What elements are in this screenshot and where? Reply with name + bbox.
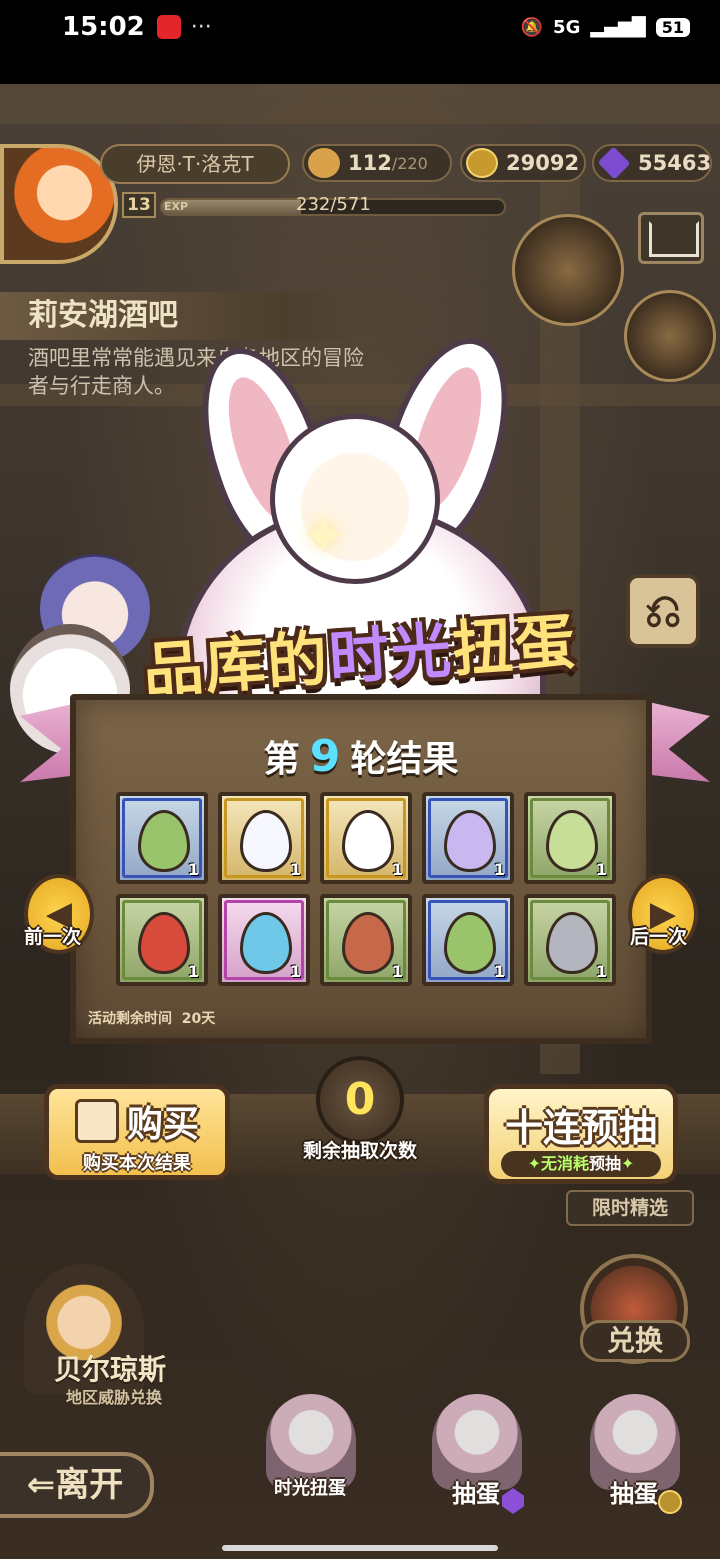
app-notification-icon — [156, 15, 181, 39]
stamina-max: /220 — [391, 153, 428, 173]
item-quantity: 1 — [289, 860, 301, 879]
buy-title: 购买 — [127, 1104, 200, 1145]
tab-gold-draw[interactable]: 抽蛋 — [574, 1394, 694, 1524]
tab-time-gacha-label: 时光扭蛋 — [274, 1478, 346, 1499]
signal-label: 5G — [553, 16, 581, 38]
event-title-part3: 扭蛋 — [450, 606, 579, 686]
buy-subtitle: 购买本次结果 — [83, 1153, 191, 1174]
result-item-red-swirl-egg[interactable]: 1 — [116, 894, 208, 986]
stamina-value: 112 — [348, 151, 392, 175]
ten-pull-sub-b: 预抽 — [589, 1154, 622, 1173]
status-bar: 15:02 ··· 🔕 5G ▂▄▆█ 51 — [0, 0, 720, 84]
stamina-counter[interactable]: 112/220 — [302, 144, 452, 182]
leave-label: 离开 — [55, 1465, 124, 1505]
item-quantity: 1 — [391, 860, 403, 879]
npc-name[interactable]: 贝尔琼斯 — [54, 1348, 166, 1388]
status-right: 🔕 5G ▂▄▆█ 51 — [521, 17, 690, 38]
event-timer: 活动剩余时间 20天 — [88, 1008, 215, 1028]
battery-indicator: 51 — [655, 17, 690, 37]
round-number: 9 — [309, 731, 341, 782]
previous-round-label[interactable]: 前一次 — [24, 922, 81, 949]
result-item-rock-volcano-egg[interactable]: 1 — [320, 894, 412, 986]
mute-icon: 🔕 — [520, 16, 544, 38]
bread-icon — [308, 148, 340, 178]
mail-icon[interactable] — [638, 212, 704, 264]
item-quantity: 1 — [289, 962, 301, 981]
round-suffix: 轮结果 — [350, 739, 459, 780]
quest-scroll-icon[interactable] — [512, 214, 624, 326]
tab-time-gacha[interactable]: 时光扭蛋 — [250, 1394, 370, 1524]
status-time: 15:02 — [62, 12, 145, 42]
backpack-icon[interactable] — [624, 290, 716, 382]
npc-description: 地区威胁兑换 — [66, 1388, 163, 1407]
item-quantity: 1 — [595, 860, 607, 879]
tab-gem-draw[interactable]: 抽蛋 — [416, 1394, 536, 1524]
item-quantity: 1 — [187, 860, 199, 879]
draws-remaining-label: 剩余抽取次数 — [302, 1140, 417, 1162]
limited-selection-button[interactable]: 限时精选 — [566, 1190, 694, 1226]
item-quantity: 1 — [187, 962, 199, 981]
gold-counter[interactable]: 29092 — [460, 144, 586, 182]
tavern-scene: 伊恩·T·洛克T 13 EXP 232/571 112/220 29092 55… — [0, 84, 720, 1559]
signal-bars-icon: ▂▄▆█ — [590, 16, 646, 38]
gem-counter[interactable]: 55463 — [592, 144, 712, 182]
more-notifications-icon: ··· — [190, 14, 212, 40]
item-quantity: 1 — [391, 962, 403, 981]
home-indicator[interactable] — [222, 1545, 498, 1551]
timer-value: 20天 — [181, 1011, 216, 1027]
round-prefix: 第 — [263, 739, 300, 780]
item-quantity: 1 — [493, 962, 505, 981]
location-description: 酒吧里常常能遇见来自各地区的冒险者与行走商人。 — [28, 346, 364, 398]
result-item-scarf-green-egg[interactable]: 1 — [524, 792, 616, 884]
ten-pull-subtitle: ✦无消耗预抽✦ — [501, 1151, 661, 1177]
results-panel: 第 9 轮结果 1 1 1 1 1 1 1 1 1 1 活动剩余时间 20天 — [70, 694, 652, 1044]
gold-coin-icon — [466, 148, 498, 178]
bunny-head — [270, 414, 440, 584]
next-round-label[interactable]: 后一次 — [630, 922, 687, 949]
result-item-cabbage-egg[interactable]: 1 — [116, 792, 208, 884]
exchange-button[interactable]: 兑换 — [580, 1320, 690, 1362]
player-name: 伊恩·T·洛克T — [100, 144, 290, 184]
ten-pull-sub-a: 无消耗 — [540, 1154, 589, 1173]
result-item-angel-halo-egg[interactable]: 1 — [320, 792, 412, 884]
item-quantity: 1 — [493, 860, 505, 879]
location-title: 莉安湖酒吧 — [0, 292, 352, 340]
return-button[interactable]: ⎌ — [626, 574, 700, 648]
buy-result-button[interactable]: 购买 购买本次结果 — [44, 1084, 230, 1180]
timer-label: 活动剩余时间 — [88, 1011, 172, 1027]
item-quantity: 1 — [595, 962, 607, 981]
exp-text: 232/571 — [296, 194, 371, 215]
result-item-purple-slime-egg[interactable]: 1 — [422, 792, 514, 884]
player-level: 13 — [122, 192, 156, 218]
gold-coin-icon — [658, 1490, 682, 1514]
result-grid: 1 1 1 1 1 1 1 1 1 1 — [116, 792, 616, 986]
result-item-water-drop-egg[interactable]: 1 — [218, 894, 310, 986]
result-item-cabbage-egg[interactable]: 1 — [422, 894, 514, 986]
gem-value: 55463 — [638, 151, 712, 175]
exp-tag: EXP — [164, 200, 189, 213]
ten-pull-title: 十连预抽 — [504, 1106, 657, 1150]
result-item-stone-spiral-egg[interactable]: 1 — [524, 894, 616, 986]
purchase-egg-icon — [75, 1099, 119, 1143]
round-title: 第 9 轮结果 — [76, 730, 646, 782]
result-item-angel-rainbow-egg[interactable]: 1 — [218, 792, 310, 884]
draws-remaining: 0 — [316, 1056, 404, 1144]
sparkle-icon: ✦ — [300, 504, 347, 569]
leave-button[interactable]: ⇐离开 — [0, 1452, 154, 1518]
gold-value: 29092 — [506, 151, 580, 175]
purple-gem-icon — [597, 146, 631, 180]
ten-pull-preview-button[interactable]: 十连预抽 ✦无消耗预抽✦ — [484, 1084, 678, 1184]
event-title-part2: 时光 — [326, 615, 456, 695]
